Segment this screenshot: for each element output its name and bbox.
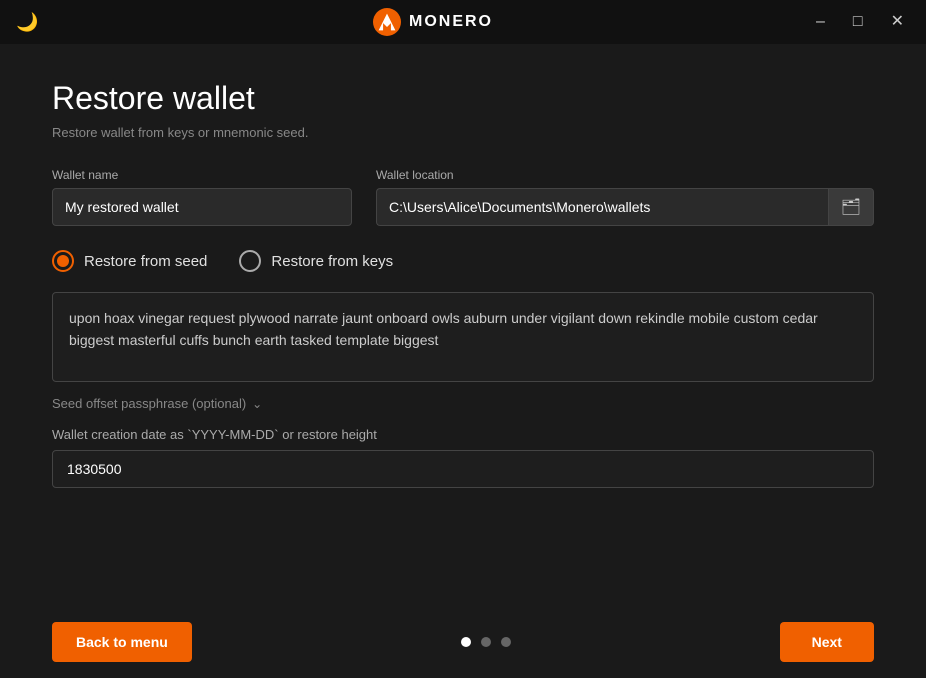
page-subtitle: Restore wallet from keys or mnemonic see…: [52, 125, 874, 140]
pagination-dot-3: [501, 637, 511, 647]
restore-keys-radio[interactable]: [239, 250, 261, 272]
titlebar: 🌙 MONERO – □ ✕: [0, 0, 926, 44]
maximize-button[interactable]: □: [847, 10, 869, 34]
app-title: MONERO: [409, 13, 493, 31]
height-input[interactable]: [52, 450, 874, 488]
restore-seed-radio-dot: [57, 255, 69, 267]
wallet-name-input[interactable]: [52, 188, 352, 226]
folder-icon: 🗂: [841, 197, 861, 217]
pagination: [461, 637, 511, 647]
wallet-name-label: Wallet name: [52, 168, 352, 182]
restore-seed-radio[interactable]: [52, 250, 74, 272]
window-controls: – □ ✕: [810, 10, 910, 34]
pagination-dot-1: [461, 637, 471, 647]
chevron-down-icon: ⌄: [252, 397, 262, 411]
next-button[interactable]: Next: [780, 622, 874, 662]
main-content: Restore wallet Restore wallet from keys …: [0, 44, 926, 606]
close-button[interactable]: ✕: [885, 10, 910, 34]
seed-offset-label: Seed offset passphrase (optional): [52, 396, 246, 411]
height-group: Wallet creation date as `YYYY-MM-DD` or …: [52, 427, 874, 488]
restore-seed-label: Restore from seed: [84, 253, 207, 270]
wallet-location-group: Wallet location 🗂: [376, 168, 874, 226]
wallet-location-input-row: 🗂: [376, 188, 874, 226]
seed-textarea[interactable]: upon hoax vinegar request plywood narrat…: [52, 292, 874, 382]
wallet-form-row: Wallet name Wallet location 🗂: [52, 168, 874, 226]
footer: Back to menu Next: [0, 606, 926, 678]
wallet-location-label: Wallet location: [376, 168, 874, 182]
wallet-location-input[interactable]: [376, 188, 828, 226]
height-label: Wallet creation date as `YYYY-MM-DD` or …: [52, 427, 874, 442]
restore-keys-label: Restore from keys: [271, 253, 393, 270]
moon-icon: 🌙: [16, 12, 38, 32]
restore-from-seed-option[interactable]: Restore from seed: [52, 250, 207, 272]
restore-method-group: Restore from seed Restore from keys: [52, 250, 874, 272]
titlebar-center: MONERO: [373, 8, 493, 36]
restore-from-keys-option[interactable]: Restore from keys: [239, 250, 393, 272]
minimize-button[interactable]: –: [810, 10, 831, 34]
page-title: Restore wallet: [52, 80, 874, 117]
wallet-name-group: Wallet name: [52, 168, 352, 226]
back-to-menu-button[interactable]: Back to menu: [52, 622, 192, 662]
dark-mode-toggle[interactable]: 🌙: [16, 12, 56, 33]
pagination-dot-2: [481, 637, 491, 647]
seed-offset-toggle[interactable]: Seed offset passphrase (optional) ⌄: [52, 396, 874, 411]
folder-browse-button[interactable]: 🗂: [828, 188, 874, 226]
monero-logo: [373, 8, 401, 36]
